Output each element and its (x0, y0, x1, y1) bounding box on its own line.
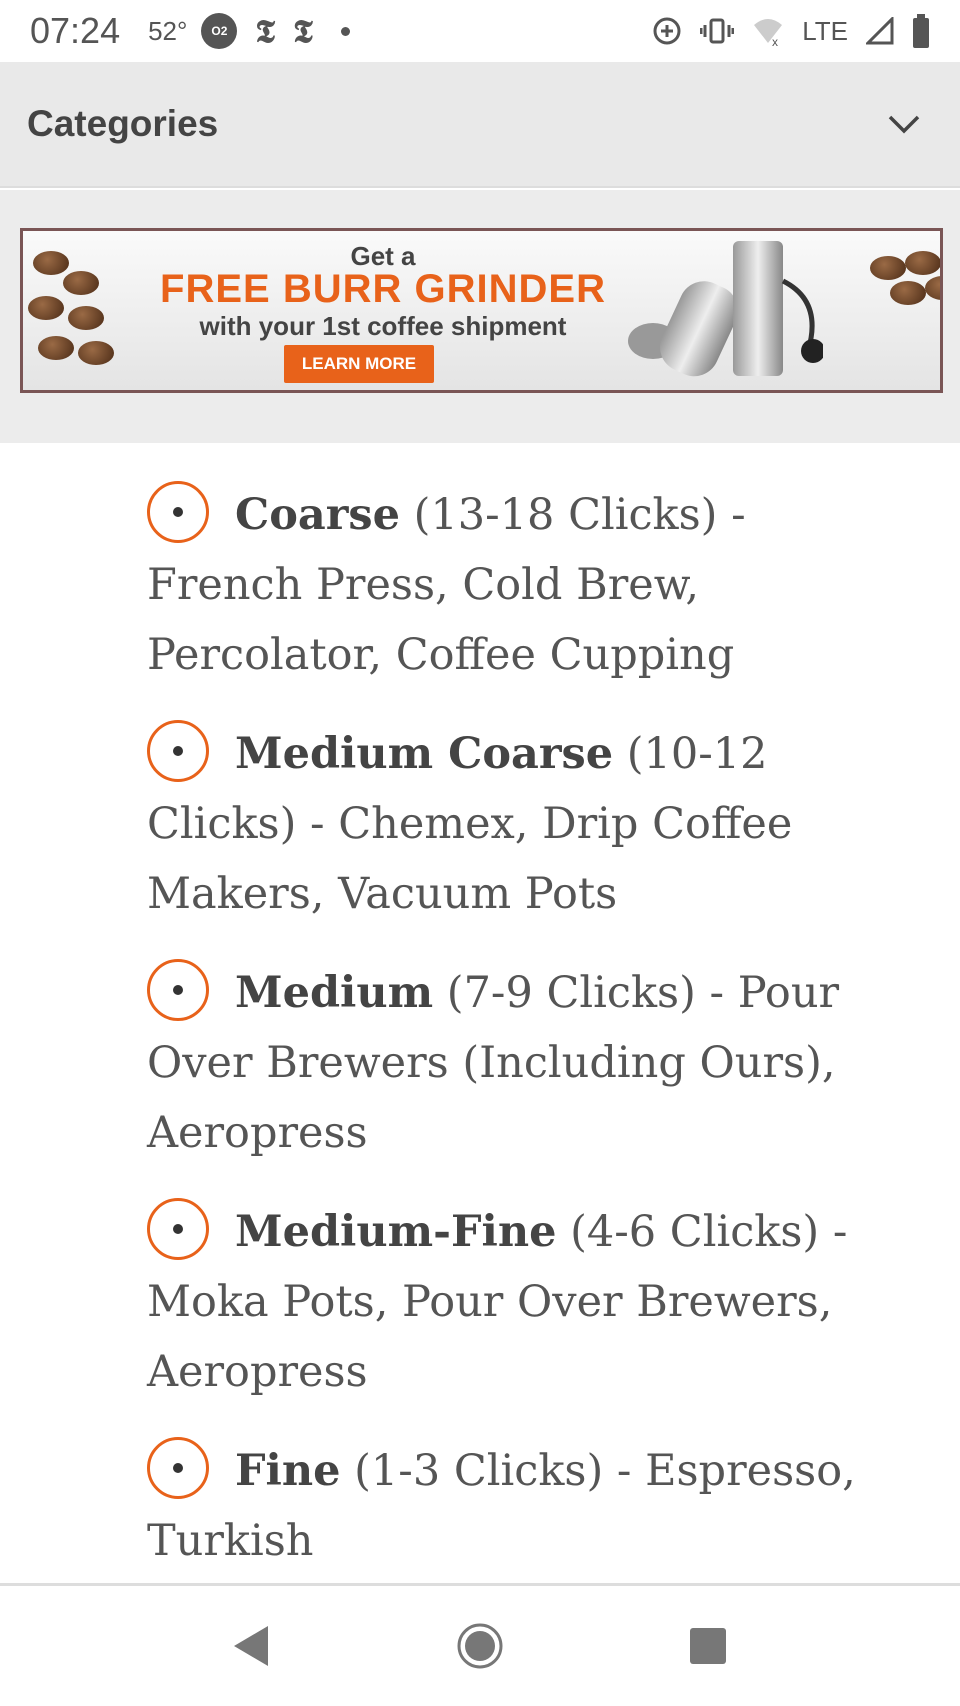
vibrate-icon (700, 18, 735, 44)
back-icon[interactable] (232, 1624, 272, 1668)
o2-notification-icon: O2 (201, 13, 238, 49)
coffee-beans-image (860, 241, 940, 381)
chevron-down-icon[interactable] (887, 114, 921, 134)
navigation-bar (0, 1583, 960, 1706)
bullet-icon (147, 720, 209, 782)
wifi-off-icon: x (754, 19, 783, 46)
svg-text:x: x (772, 35, 778, 46)
burr-grinder-image (628, 241, 823, 377)
list-item: Fine (1-3 Clicks) - Espresso, Turkish (147, 1436, 907, 1576)
learn-more-button[interactable]: LEARN MORE (284, 345, 434, 383)
data-saver-icon (653, 17, 681, 45)
home-icon[interactable] (456, 1622, 504, 1670)
battery-icon (913, 14, 929, 48)
categories-dropdown[interactable]: Categories (0, 62, 960, 188)
recents-icon[interactable] (688, 1626, 728, 1666)
banner-headline: FREE BURR GRINDER (160, 267, 606, 311)
nyt-notification-icon: 𝕿 (293, 11, 313, 50)
network-type: LTE (802, 15, 848, 46)
grind-name: Coarse (235, 490, 400, 540)
bullet-icon (147, 481, 209, 543)
grind-name: Medium Coarse (235, 729, 614, 779)
list-item: Medium Coarse (10-12 Clicks) - Chemex, D… (147, 719, 907, 929)
banner-line3: with your 1st coffee shipment (199, 311, 567, 341)
grind-name: Fine (235, 1446, 341, 1496)
promo-banner[interactable]: Get a FREE BURR GRINDER with your 1st co… (20, 228, 943, 393)
list-item: Medium (7-9 Clicks) - Pour Over Brewers … (147, 958, 907, 1168)
clock: 07:24 (30, 10, 121, 51)
grind-size-list: Coarse (13-18 Clicks) - French Press, Co… (147, 480, 907, 1605)
nyt-notification-icon: 𝕿 (255, 11, 276, 50)
bullet-icon (147, 959, 209, 1021)
signal-icon (866, 17, 894, 45)
more-notifications-icon (340, 26, 350, 36)
list-item: Coarse (13-18 Clicks) - French Press, Co… (147, 480, 907, 690)
grind-name: Medium (235, 968, 434, 1018)
coffee-beans-image (23, 241, 114, 381)
bullet-icon (147, 1198, 209, 1260)
grind-name: Medium-Fine (235, 1207, 557, 1257)
status-bar: 07:24 52° O2 𝕿 𝕿 x LTE (0, 0, 960, 62)
bullet-icon (147, 1437, 209, 1499)
categories-title: Categories (27, 103, 219, 144)
list-item: Medium-Fine (4-6 Clicks) - Moka Pots, Po… (147, 1197, 907, 1407)
weather-temp: 52° (148, 15, 188, 46)
banner-area: Get a FREE BURR GRINDER with your 1st co… (0, 190, 960, 443)
